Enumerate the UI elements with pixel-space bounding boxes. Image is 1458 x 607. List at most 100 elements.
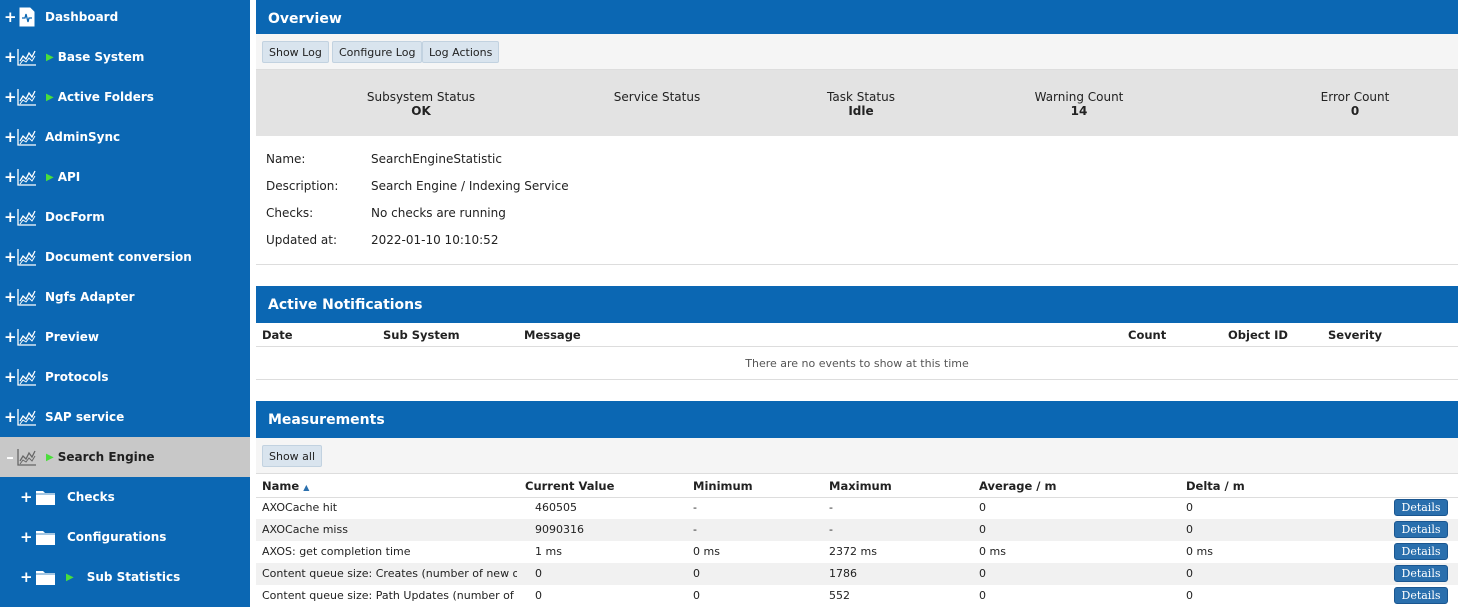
configure-log-button[interactable]: Configure Log xyxy=(332,41,423,63)
details-button[interactable]: Details xyxy=(1394,587,1448,604)
sidebar-item-label: AdminSync xyxy=(45,130,121,144)
col-message[interactable]: Message xyxy=(524,328,581,342)
details-button[interactable]: Details xyxy=(1394,521,1448,538)
show-log-button[interactable]: Show Log xyxy=(262,41,329,63)
cell-current: 0 xyxy=(535,567,542,580)
expand-icon[interactable]: + xyxy=(4,89,17,105)
expand-icon[interactable]: + xyxy=(4,409,17,425)
sidebar-item[interactable]: – ▶ Search Engine xyxy=(0,437,250,477)
col-delta[interactable]: Delta / m xyxy=(1186,479,1245,493)
col-minimum[interactable]: Minimum xyxy=(693,479,753,493)
play-arrow-icon: ▶ xyxy=(46,91,54,103)
overview-title: Overview xyxy=(268,10,342,27)
overview-header: Overview xyxy=(256,0,1458,37)
expand-icon[interactable]: + xyxy=(4,249,17,265)
info-description-value: Search Engine / Indexing Service xyxy=(371,179,569,193)
cell-delta: 0 xyxy=(1186,523,1193,536)
notifications-header: Active Notifications xyxy=(256,286,1458,323)
info-checks-value: No checks are running xyxy=(371,206,506,220)
expand-icon[interactable]: + xyxy=(4,169,17,185)
sidebar-item[interactable]: + Configurations xyxy=(0,517,250,557)
info-name-label: Name: xyxy=(266,152,306,166)
expand-icon[interactable]: + xyxy=(20,489,33,505)
info-updated-label: Updated at: xyxy=(266,233,337,247)
cell-current: 9090316 xyxy=(535,523,584,536)
service-status: Service Status xyxy=(592,90,722,104)
col-current-value[interactable]: Current Value xyxy=(525,479,614,493)
sidebar-item-label: Preview xyxy=(45,330,100,344)
status-summary: Subsystem Status OK Service Status Task … xyxy=(256,70,1458,136)
col-count[interactable]: Count xyxy=(1128,328,1166,342)
sidebar-item[interactable]: + ▶ Base System xyxy=(0,37,250,77)
expand-icon[interactable]: + xyxy=(4,49,17,65)
sidebar-item-label: Dashboard xyxy=(45,10,119,24)
log-actions-button[interactable]: Log Actions xyxy=(422,41,500,63)
cell-average: 0 ms xyxy=(979,545,1006,558)
sidebar-item[interactable]: + Preview xyxy=(0,317,250,357)
col-subsystem[interactable]: Sub System xyxy=(383,328,460,342)
cell-average: 0 xyxy=(979,501,986,514)
sidebar-item[interactable]: + Protocols xyxy=(0,357,250,397)
sidebar-item[interactable]: + ▶ Active Folders xyxy=(0,77,250,117)
details-button[interactable]: Details xyxy=(1394,565,1448,582)
sidebar-item-label: Document conversion xyxy=(45,250,192,264)
overview-toolbar: Show Log Configure Log Log Actions xyxy=(256,34,1458,70)
play-arrow-icon: ▶ xyxy=(46,51,54,63)
chart-icon xyxy=(16,246,38,268)
collapse-icon[interactable]: – xyxy=(4,449,16,465)
play-arrow-icon: ▶ xyxy=(46,451,54,463)
col-maximum[interactable]: Maximum xyxy=(829,479,892,493)
sidebar-item[interactable]: + Dashboard xyxy=(0,0,250,37)
notifications-title: Active Notifications xyxy=(268,296,423,313)
col-severity[interactable]: Severity xyxy=(1328,328,1382,342)
cell-name: Content queue size: Path Updates (number… xyxy=(262,589,517,602)
expand-icon[interactable]: + xyxy=(4,329,17,345)
col-object-id[interactable]: Object ID xyxy=(1228,328,1288,342)
error-count-label: Error Count xyxy=(1320,90,1390,104)
sidebar-nav: + Dashboard + ▶ Base System + ▶ Active Folders +… xyxy=(0,0,250,607)
sidebar-item[interactable]: + Document conversion xyxy=(0,237,250,277)
sidebar-item[interactable]: + DocForm xyxy=(0,197,250,237)
warning-count-label: Warning Count xyxy=(1034,90,1124,104)
cell-delta: 0 xyxy=(1186,501,1193,514)
play-arrow-icon: ▶ xyxy=(46,171,54,183)
chart-icon xyxy=(16,326,38,348)
expand-icon[interactable]: + xyxy=(20,569,33,585)
table-row: AXOS: get completion time 1 ms 0 ms 2372 ms… xyxy=(256,541,1458,563)
cell-current: 1 ms xyxy=(535,545,562,558)
sidebar-item-label: API xyxy=(57,170,81,184)
folder-icon xyxy=(34,486,58,508)
chart-icon xyxy=(16,366,38,388)
sidebar-item[interactable]: + Checks xyxy=(0,477,250,517)
col-name[interactable]: Name ▲ xyxy=(262,479,309,493)
expand-icon[interactable]: + xyxy=(4,209,17,225)
cell-delta: 0 xyxy=(1186,589,1193,602)
sidebar-item[interactable]: + ▶ Sub Statistics xyxy=(0,557,250,597)
cell-maximum: 2372 ms xyxy=(829,545,877,558)
expand-icon[interactable]: + xyxy=(4,9,17,25)
cell-minimum: - xyxy=(693,501,697,514)
expand-icon[interactable]: + xyxy=(20,529,33,545)
notifications-table-header: Date Sub System Message Count Object ID … xyxy=(256,323,1458,347)
details-button[interactable]: Details xyxy=(1394,543,1448,560)
cell-name: AXOCache hit xyxy=(262,501,338,514)
subsystem-status: Subsystem Status OK xyxy=(356,90,486,118)
col-date[interactable]: Date xyxy=(262,328,293,342)
expand-icon[interactable]: + xyxy=(4,369,17,385)
sidebar-item[interactable]: + ▶ API xyxy=(0,157,250,197)
col-average[interactable]: Average / m xyxy=(979,479,1056,493)
chart-icon xyxy=(16,406,38,428)
folder-icon xyxy=(34,526,58,548)
show-all-button[interactable]: Show all xyxy=(262,445,323,467)
table-row: AXOCache miss 9090316 - - 0 0 Details xyxy=(256,519,1458,541)
sidebar-item-label: Sub Statistics xyxy=(86,570,181,584)
sidebar-item[interactable]: + AdminSync xyxy=(0,117,250,157)
sidebar-item[interactable]: + Ngfs Adapter xyxy=(0,277,250,317)
cell-current: 460505 xyxy=(535,501,577,514)
table-row: Content queue size: Path Updates (number… xyxy=(256,585,1458,607)
sidebar-item[interactable]: + SAP service xyxy=(0,397,250,437)
details-button[interactable]: Details xyxy=(1394,499,1448,516)
subsystem-status-label: Subsystem Status xyxy=(366,90,476,104)
expand-icon[interactable]: + xyxy=(4,129,17,145)
expand-icon[interactable]: + xyxy=(4,289,17,305)
